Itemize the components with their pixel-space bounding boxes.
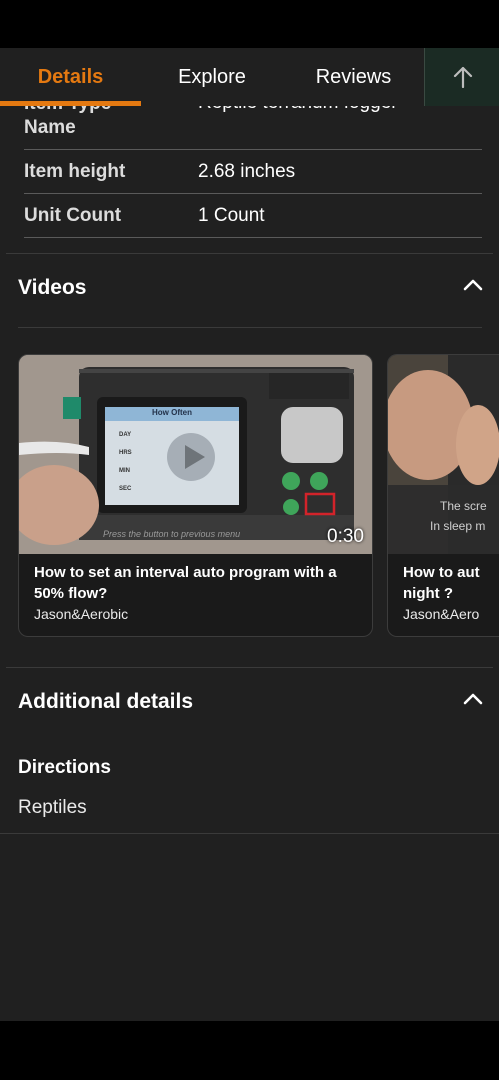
videos-section-title: Videos [18,276,87,299]
screen-row: DAY [119,432,132,438]
tab-reviews[interactable]: Reviews [283,48,424,106]
section-divider [6,667,493,668]
screen-row: SEC [119,486,132,492]
video-overlay-text: The scre [440,499,487,513]
video-overlay-text: In sleep m [430,519,486,533]
tab-details[interactable]: Details [0,48,141,106]
screen-row: MIN [119,468,130,474]
active-tab-indicator [0,101,141,106]
spec-label: Unit Count [24,205,122,226]
video-title-line: How to aut [403,564,480,581]
video-card[interactable]: How Often DAY HRS MIN SEC Press the butt… [18,354,373,637]
status-bar [0,0,499,48]
tab-label: Explore [178,65,246,88]
directions-label: Directions [18,757,111,778]
tab-label: Reviews [315,65,392,88]
section-divider [18,327,482,328]
tab-explore[interactable]: Explore [141,48,283,106]
navigation-bar [0,1021,499,1080]
spec-label: Item height [24,161,126,182]
video-title: How to set an interval auto program with… [34,564,337,602]
video-caption: Press the button to previous menu [103,529,241,539]
screen-row: HRS [119,450,132,456]
device-image [19,355,372,554]
video-author: Jason&Aerobic [34,606,129,622]
tab-label: Details [37,65,104,88]
video-author: Jason&Aero [403,606,480,622]
section-divider [0,833,499,834]
spec-value: 2.68 inches [198,161,296,182]
video-thumbnail: How Often DAY HRS MIN SEC Press the butt… [19,355,372,554]
spec-row-item-height: Item height 2.68 inches [24,150,482,194]
scroll-to-top-button[interactable] [424,48,499,106]
section-divider [6,253,493,254]
video-card[interactable]: The scre In sleep m How to aut night ? J… [387,354,499,637]
spec-value: 1 Count [198,205,265,226]
video-duration: 0:30 [327,526,364,547]
video-title: How to aut night ? [403,562,480,604]
chevron-up-icon[interactable] [461,273,485,297]
video-title-line: night ? [403,585,453,602]
screen-title: How Often [152,408,192,417]
additional-details-title: Additional details [18,690,194,713]
arrow-up-icon [453,66,472,88]
directions-value: Reptiles [18,797,87,818]
spec-row-unit-count: Unit Count 1 Count [24,194,482,238]
video-thumbnail: The scre In sleep m [388,355,499,554]
chevron-up-icon[interactable] [461,687,485,711]
